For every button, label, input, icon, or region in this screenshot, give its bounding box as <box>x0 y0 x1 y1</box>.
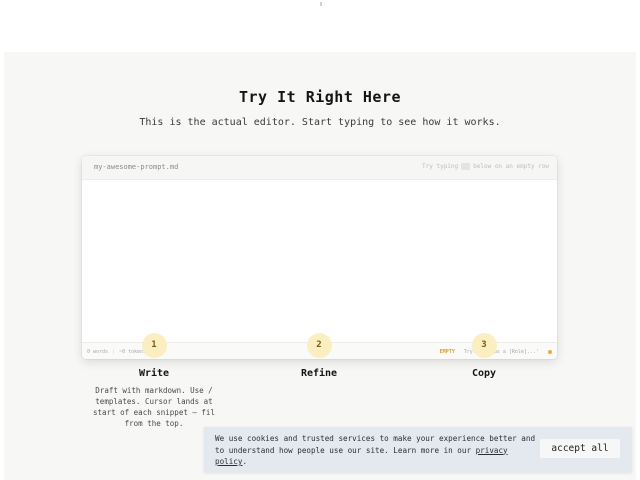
hint-suffix: below on an empty row <box>473 163 549 170</box>
step-number-badge: 2 <box>306 333 332 358</box>
editor-textarea[interactable] <box>82 180 557 342</box>
step-title: Refine <box>300 368 338 379</box>
editor-header: my-awesome-prompt.md Try typing below on… <box>82 156 557 180</box>
step-description: Draft with markdown. Use / templates. Cu… <box>93 386 215 428</box>
section-subtitle: This is the actual editor. Start typing … <box>139 117 501 128</box>
top-marker <box>320 2 322 6</box>
editor-window: my-awesome-prompt.md Try typing below on… <box>82 156 557 359</box>
hint-prefix: Try typing <box>422 163 459 170</box>
section-title: Try It Right Here <box>238 88 402 106</box>
step-title: Copy <box>471 368 497 379</box>
slash-key-icon <box>461 163 471 170</box>
editor-hint: Try typing below on an empty row <box>422 163 549 170</box>
step-number-badge: 1 <box>141 333 167 358</box>
step-copy: 3 Copy <box>414 333 554 379</box>
step-title: Write <box>138 368 170 379</box>
editor-filename: my-awesome-prompt.md <box>94 163 179 171</box>
top-strip <box>0 0 640 52</box>
cookie-banner: We use cookies and trusted services to m… <box>204 427 632 472</box>
step-number-badge: 3 <box>471 333 497 358</box>
accept-all-button[interactable]: accept all <box>540 439 620 458</box>
step-refine: 2 Refine <box>249 333 389 379</box>
step-write: 1 Write Draft with markdown. Use / templ… <box>84 333 224 429</box>
cookie-message: We use cookies and trusted services to m… <box>215 433 540 468</box>
cookie-text-end: . <box>242 457 248 466</box>
